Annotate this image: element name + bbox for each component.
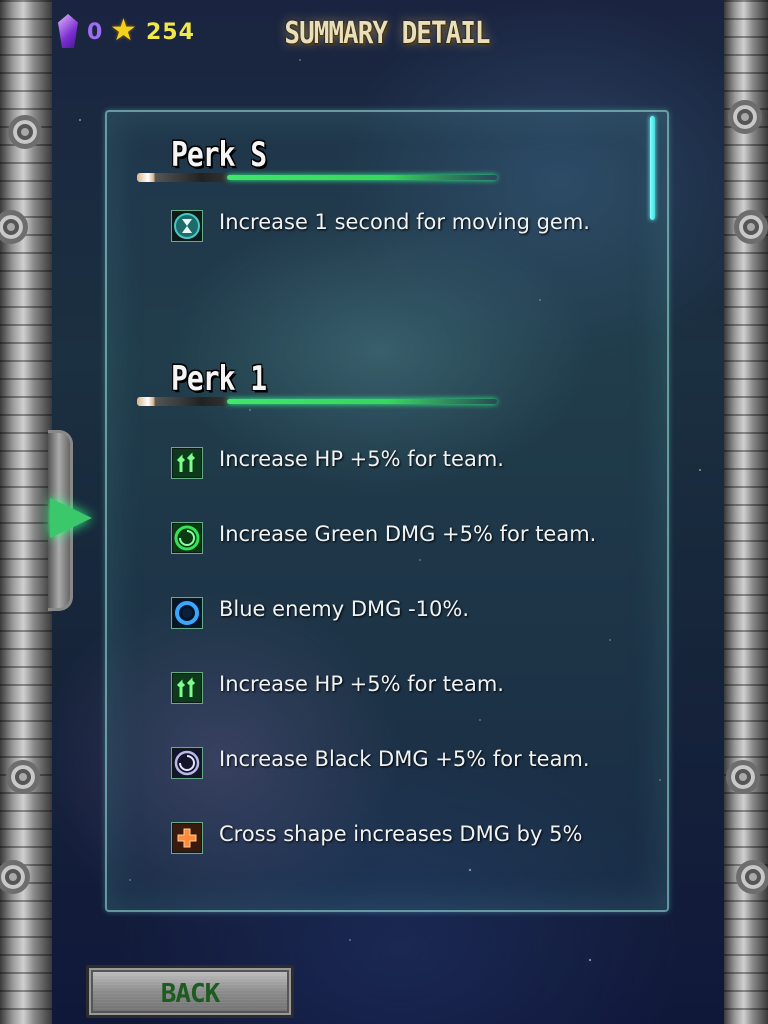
scrollbar[interactable] [650, 116, 655, 220]
perk-heading: Perk 1 [171, 358, 267, 399]
black-swirl-icon [171, 747, 203, 779]
back-button[interactable]: BACK [86, 965, 294, 1018]
green-arrow-gem-icon [50, 498, 92, 538]
purple-crystal-icon [58, 14, 78, 48]
green-swirl-icon [171, 522, 203, 554]
hp-up-arrows-icon [171, 672, 203, 704]
hp-up-arrows-icon [171, 447, 203, 479]
blue-ring-icon [171, 597, 203, 629]
star-count: 254 [146, 20, 195, 45]
gear-icon [8, 115, 42, 149]
header-bar: 0 ★ 254 SUMMARY DETAIL [54, 10, 726, 60]
gear-icon [0, 860, 30, 894]
perk-item-text: Increase HP +5% for team. [219, 672, 504, 696]
perk-heading: Perk S [171, 134, 267, 175]
perk-item-text: Increase 1 second for moving gem. [219, 210, 590, 234]
star-icon: ★ [110, 13, 137, 48]
perk-item-text: Increase HP +5% for team. [219, 447, 504, 471]
hourglass-icon [171, 210, 203, 242]
gear-icon [0, 210, 28, 244]
left-metal-frame [0, 0, 52, 1024]
perk-item-text: Blue enemy DMG -10%. [219, 597, 470, 621]
cross-shape-icon [171, 822, 203, 854]
summary-panel[interactable]: Perk S Increase 1 second for moving gem.… [105, 110, 669, 912]
right-metal-frame [724, 0, 768, 1024]
page-title: SUMMARY DETAIL [284, 16, 490, 52]
gear-icon [6, 760, 40, 794]
gear-icon [736, 860, 768, 894]
sword-divider [137, 394, 502, 410]
gem-count: 0 [87, 20, 103, 45]
perk-item-text: Increase Green DMG +5% for team. [219, 522, 597, 546]
gear-icon [734, 210, 768, 244]
sword-divider [137, 170, 502, 186]
gear-icon [728, 100, 762, 134]
gear-icon [726, 760, 760, 794]
perk-item-text: Cross shape increases DMG by 5% [219, 822, 583, 846]
perk-item-text: Increase Black DMG +5% for team. [219, 747, 590, 771]
